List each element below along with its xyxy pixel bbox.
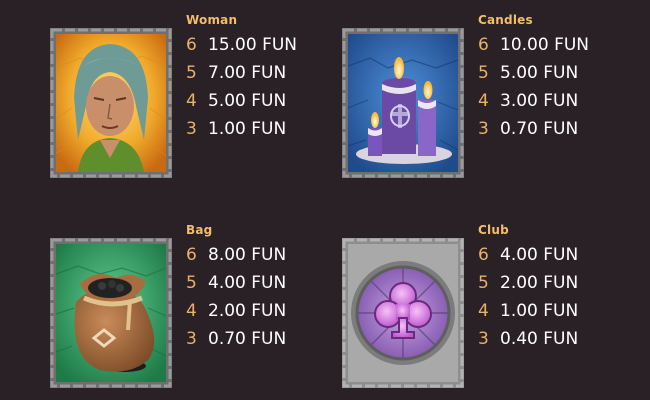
payout-amount: 10.00 FUN bbox=[500, 35, 590, 55]
payout-row: 3 0.70 FUN bbox=[478, 115, 589, 143]
payout-amount: 0.40 FUN bbox=[500, 329, 579, 349]
payout-row: 4 1.00 FUN bbox=[478, 297, 578, 325]
payout-amount: 5.00 FUN bbox=[208, 91, 287, 111]
symbol-count: 4 bbox=[186, 301, 197, 321]
symbol-count: 6 bbox=[186, 35, 197, 55]
payout-amount: 2.00 FUN bbox=[208, 301, 287, 321]
symbol-count: 3 bbox=[478, 329, 489, 349]
payout-row: 5 2.00 FUN bbox=[478, 269, 578, 297]
club-paytable: 6 4.00 FUN 5 2.00 FUN 4 1.00 FUN 3 0.40 FUN bbox=[478, 241, 578, 353]
payout-row: 3 0.40 FUN bbox=[478, 325, 578, 353]
payout-row: 4 3.00 FUN bbox=[478, 87, 589, 115]
candles-symbol-icon bbox=[342, 28, 464, 178]
payout-row: 4 2.00 FUN bbox=[186, 297, 286, 325]
payout-amount: 0.70 FUN bbox=[208, 329, 287, 349]
symbol-count: 5 bbox=[478, 63, 489, 83]
payout-row: 6 4.00 FUN bbox=[478, 241, 578, 269]
payout-amount: 7.00 FUN bbox=[208, 63, 287, 83]
payout-row: 5 5.00 FUN bbox=[478, 59, 589, 87]
candles-paytable: 6 10.00 FUN 5 5.00 FUN 4 3.00 FUN 3 0.70 FUN bbox=[478, 31, 589, 143]
woman-symbol-name: Woman bbox=[186, 13, 238, 27]
payout-row: 6 10.00 FUN bbox=[478, 31, 589, 59]
symbol-count: 4 bbox=[478, 301, 489, 321]
symbol-count: 5 bbox=[478, 273, 489, 293]
symbol-count: 6 bbox=[186, 245, 197, 265]
symbol-count: 4 bbox=[478, 91, 489, 111]
payout-row: 6 15.00 FUN bbox=[186, 31, 297, 59]
bag-symbol-name: Bag bbox=[186, 223, 213, 237]
payout-amount: 1.00 FUN bbox=[208, 119, 287, 139]
payout-amount: 2.00 FUN bbox=[500, 273, 579, 293]
payout-row: 6 8.00 FUN bbox=[186, 241, 286, 269]
symbol-count: 4 bbox=[186, 91, 197, 111]
payout-amount: 15.00 FUN bbox=[208, 35, 298, 55]
club-symbol-icon bbox=[342, 238, 464, 388]
payout-row: 5 4.00 FUN bbox=[186, 269, 286, 297]
symbol-count: 5 bbox=[186, 63, 197, 83]
symbol-count: 6 bbox=[478, 35, 489, 55]
bag-symbol-icon bbox=[50, 238, 172, 388]
payout-amount: 1.00 FUN bbox=[500, 301, 579, 321]
symbol-count: 3 bbox=[186, 119, 197, 139]
symbol-count: 3 bbox=[478, 119, 489, 139]
woman-paytable: 6 15.00 FUN 5 7.00 FUN 4 5.00 FUN 3 1.00 FUN bbox=[186, 31, 297, 143]
payout-row: 4 5.00 FUN bbox=[186, 87, 297, 115]
club-symbol-name: Club bbox=[478, 223, 509, 237]
payout-amount: 8.00 FUN bbox=[208, 245, 287, 265]
payout-amount: 0.70 FUN bbox=[500, 119, 579, 139]
payout-amount: 4.00 FUN bbox=[208, 273, 287, 293]
symbol-count: 5 bbox=[186, 273, 197, 293]
payout-amount: 5.00 FUN bbox=[500, 63, 579, 83]
payout-amount: 4.00 FUN bbox=[500, 245, 579, 265]
symbol-count: 3 bbox=[186, 329, 197, 349]
symbol-count: 6 bbox=[478, 245, 489, 265]
payout-row: 3 0.70 FUN bbox=[186, 325, 286, 353]
payout-row: 3 1.00 FUN bbox=[186, 115, 297, 143]
bag-paytable: 6 8.00 FUN 5 4.00 FUN 4 2.00 FUN 3 0.70 FUN bbox=[186, 241, 286, 353]
payout-row: 5 7.00 FUN bbox=[186, 59, 297, 87]
candles-symbol-name: Candles bbox=[478, 13, 533, 27]
payout-amount: 3.00 FUN bbox=[500, 91, 579, 111]
woman-symbol-icon bbox=[50, 28, 172, 178]
